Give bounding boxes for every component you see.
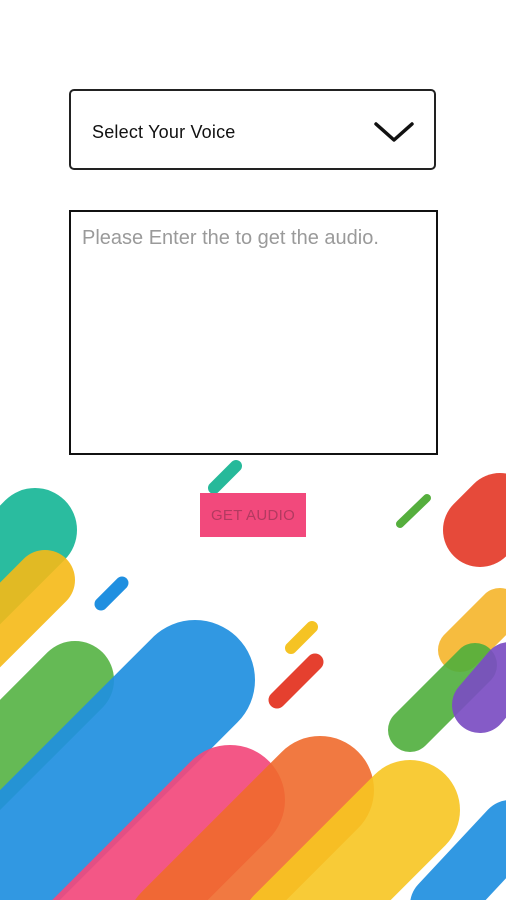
voice-select-dropdown[interactable]: Select Your Voice xyxy=(69,89,436,170)
text-input[interactable] xyxy=(71,212,436,453)
app-screen: Select Your Voice GET AUDIO xyxy=(0,0,506,900)
voice-select-label: Select Your Voice xyxy=(92,122,236,142)
text-input-box xyxy=(69,210,438,455)
get-audio-button[interactable]: GET AUDIO xyxy=(200,493,306,537)
chevron-down-icon xyxy=(374,122,414,142)
